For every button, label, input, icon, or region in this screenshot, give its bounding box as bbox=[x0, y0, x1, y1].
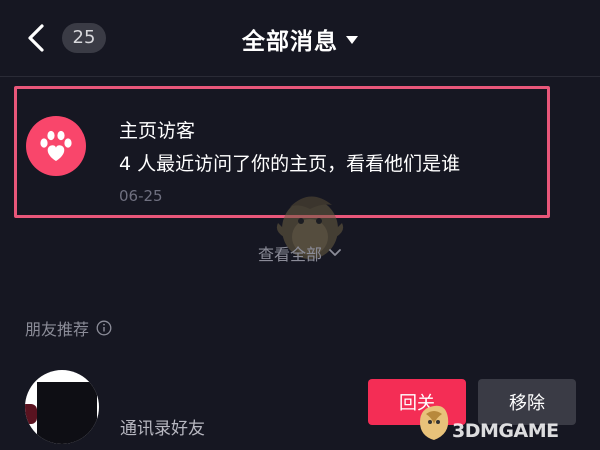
caret-down-icon bbox=[346, 36, 358, 44]
avatar[interactable] bbox=[25, 370, 99, 444]
view-all-label: 查看全部 bbox=[257, 245, 322, 264]
header-divider bbox=[0, 76, 600, 77]
friend-source-label: 通讯录好友 bbox=[120, 419, 205, 439]
chevron-down-icon bbox=[329, 249, 341, 256]
top-bar: 25 全部消息 bbox=[0, 0, 600, 76]
item-title: 主页访客 bbox=[119, 120, 196, 142]
item-description: 4 人最近访问了你的主页，看看他们是谁 bbox=[119, 153, 461, 175]
item-date: 06-25 bbox=[119, 187, 163, 205]
paw-avatar bbox=[26, 116, 86, 176]
page-title: 全部消息 bbox=[242, 29, 338, 55]
section-title: 朋友推荐 bbox=[25, 320, 90, 339]
paw-icon bbox=[40, 130, 72, 161]
watermark-logo-text: 3DMGAME bbox=[452, 420, 559, 442]
view-all-button[interactable]: 查看全部 bbox=[220, 238, 380, 268]
info-icon[interactable] bbox=[96, 320, 112, 336]
chevron-left-icon bbox=[28, 24, 44, 52]
unread-count-badge: 25 bbox=[62, 23, 106, 53]
back-button[interactable] bbox=[22, 20, 52, 56]
message-filter-dropdown[interactable]: 全部消息 bbox=[200, 22, 400, 56]
friend-recommend-header: 朋友推荐 bbox=[25, 316, 112, 340]
